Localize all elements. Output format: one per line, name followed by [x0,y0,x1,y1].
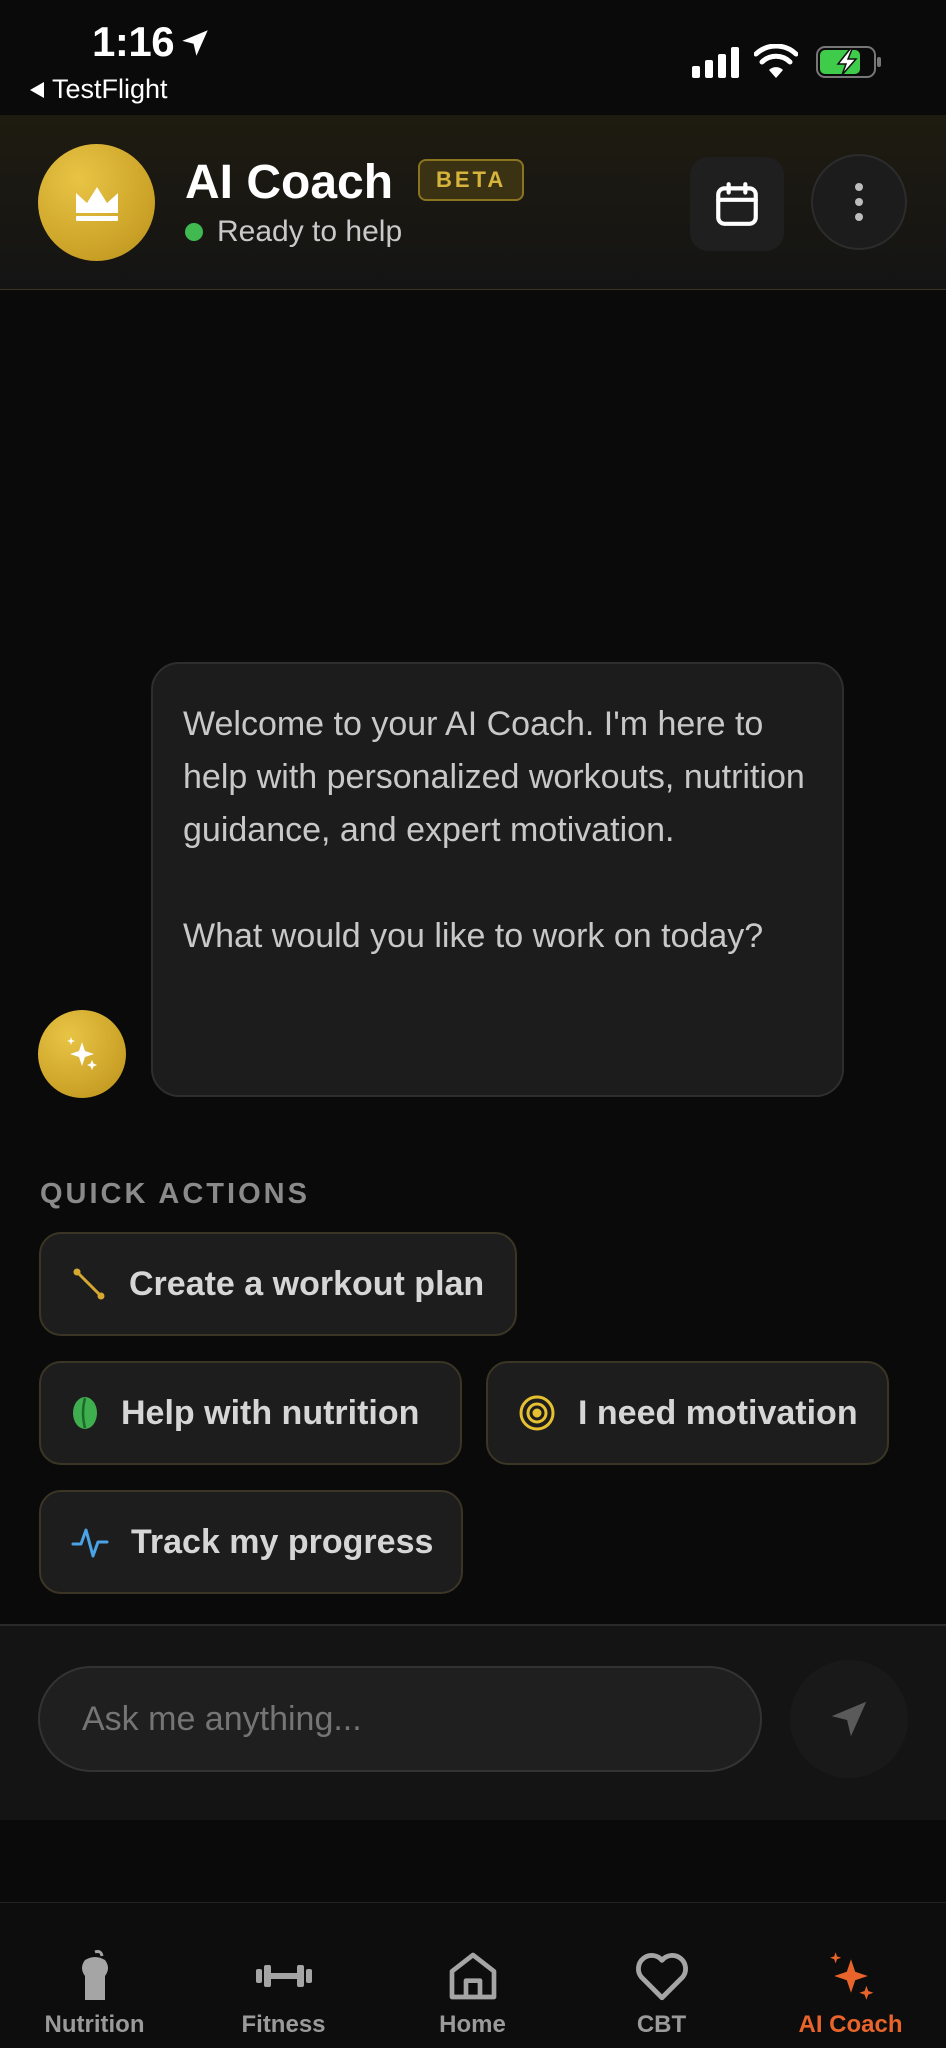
quick-action-nutrition[interactable]: Help with nutrition [39,1361,462,1465]
chat-header: AI Coach BETA Ready to help [0,115,946,290]
quick-action-motivation[interactable]: I need motivation [486,1361,889,1465]
wifi-icon [754,44,798,78]
assistant-avatar [38,1010,126,1098]
back-to-testflight-link[interactable]: TestFlight [30,74,168,105]
sparkles-icon [67,1037,97,1070]
assistant-message-bubble: Welcome to your AI Coach. I'm here to he… [151,662,844,1097]
tab-label: AI Coach [798,2011,903,2038]
coach-avatar [38,144,155,261]
calendar-icon [716,182,758,226]
quick-action-label: I need motivation [578,1393,858,1432]
quick-actions-heading: QUICK ACTIONS [40,1178,310,1210]
tab-nutrition[interactable]: Nutrition [0,1903,189,2048]
tab-cbt[interactable]: CBT [567,1903,756,2048]
cellular-signal-icon [692,46,739,78]
tab-home[interactable]: Home [378,1903,567,2048]
quick-action-label: Track my progress [131,1522,434,1561]
back-arrow-icon [30,81,44,98]
more-vertical-icon [855,183,863,191]
message-paragraph: What would you like to work on today? [183,917,764,955]
coach-status-text: Ready to help [217,215,403,248]
battery-charging-icon [816,46,881,78]
composer [0,1624,946,1820]
online-status-dot [185,223,203,241]
tab-fitness[interactable]: Fitness [189,1903,378,2048]
apple-icon [81,1950,108,2000]
dumbbell-icon [255,1965,312,1987]
status-time: 1:16 [92,18,175,65]
calendar-button[interactable] [690,157,784,251]
quick-action-label: Help with nutrition [121,1393,420,1432]
activity-icon [71,1528,109,1558]
heart-icon [635,1953,688,2001]
crown-icon [75,186,118,221]
message-paragraph: Welcome to your AI Coach. I'm here to he… [183,705,805,849]
page-title: AI Coach [185,156,394,209]
tab-label: Home [439,2011,506,2038]
sparkles-icon [829,1952,873,2000]
dumbbell-diagonal-icon [73,1268,105,1300]
home-icon [449,1952,496,2000]
more-options-button[interactable] [811,154,907,250]
status-bar: 1:16 TestFlight [0,0,946,115]
send-icon [831,1701,867,1737]
location-arrow-icon [182,30,208,56]
tab-label: CBT [636,2011,687,2038]
beta-badge: BETA [418,159,525,201]
quick-action-label: Create a workout plan [129,1264,485,1303]
back-app-label: TestFlight [52,74,168,104]
tab-label: Fitness [241,2011,326,2038]
tab-ai-coach[interactable]: AI Coach [756,1903,945,2048]
target-icon [519,1395,555,1431]
quick-action-progress[interactable]: Track my progress [39,1490,463,1594]
coach-status: Ready to help [185,215,402,249]
leaf-icon [73,1397,97,1429]
send-button[interactable] [790,1660,908,1778]
message-input[interactable] [38,1666,762,1772]
tab-bar: Nutrition Fitness Home CBT AI Coach [0,1902,946,2048]
tab-label: Nutrition [44,2011,145,2038]
quick-action-workout-plan[interactable]: Create a workout plan [39,1232,517,1336]
